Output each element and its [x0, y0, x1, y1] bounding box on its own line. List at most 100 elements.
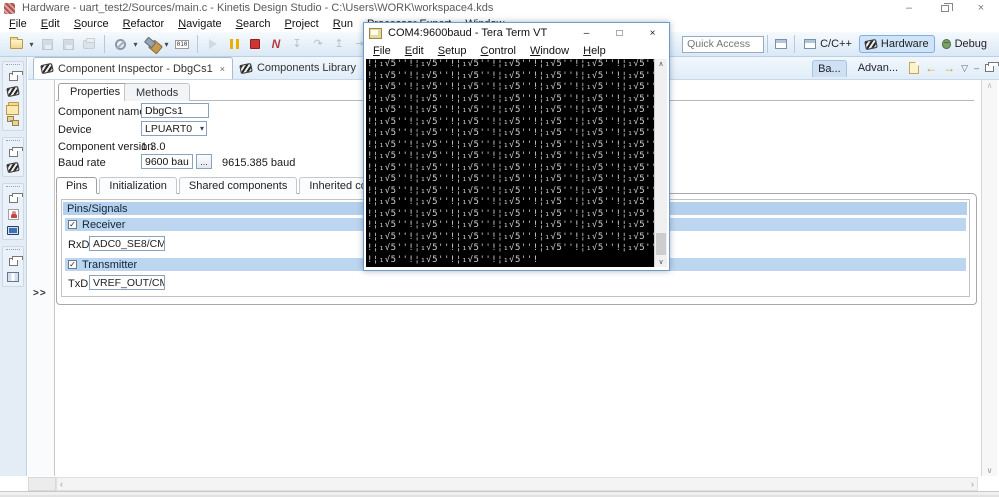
txd-select[interactable]: VREF_OUT/CMI ▾ [89, 275, 165, 290]
perspective-cpp[interactable]: C/C++ [798, 35, 858, 53]
menu-file[interactable]: File [2, 17, 34, 31]
terminal-row: !¦₁√5''!¦₁√5''!¦₁√5''!¦₁√5''!¦₁√5''!¦₁√5… [367, 93, 654, 104]
build-dropdown-icon[interactable]: ▾ [162, 40, 171, 49]
resume-button[interactable] [203, 34, 223, 54]
terminal-screen[interactable]: !¦₁√5''!¦₁√5''!¦₁√5''!¦₁√5''!¦₁√5''!¦₁√5… [366, 59, 654, 267]
kds-close-button[interactable]: × [963, 0, 999, 16]
tab-shared-components[interactable]: Shared components [178, 177, 298, 194]
memory-view-icon[interactable] [7, 272, 19, 282]
drag-handle[interactable] [6, 140, 20, 143]
terminal-row: !¦₁√5''!¦₁√5''!¦₁√5''!¦₁√5''!¦₁√5''!¦₁√5… [367, 208, 654, 219]
binary-build-button[interactable]: 010 [172, 34, 192, 54]
teraterm-titlebar[interactable]: COM4:9600baud - Tera Term VT – □ × [364, 23, 669, 43]
view-menu-icon[interactable]: ▽ [961, 63, 968, 74]
component-name-input[interactable] [141, 103, 209, 118]
drag-handle[interactable] [6, 249, 20, 252]
tt-menu-window[interactable]: Window [523, 45, 576, 57]
scroll-up-icon[interactable]: ∧ [655, 60, 667, 68]
step-over-button[interactable]: ↷ [308, 34, 328, 54]
baud-rate-input[interactable] [141, 154, 193, 169]
new-dropdown-icon[interactable]: ▾ [27, 40, 36, 49]
baud-browse-button[interactable]: ... [196, 154, 212, 169]
chevron-down-icon: ▾ [199, 124, 204, 133]
terminal-scrollbar[interactable]: ∧ ∨ [654, 59, 667, 267]
transmitter-checkbox[interactable]: ✓ [68, 260, 77, 269]
debug-config-dropdown-icon[interactable]: ▾ [131, 40, 140, 49]
terminate-button[interactable] [245, 34, 265, 54]
suspend-button[interactable] [224, 34, 244, 54]
menu-search[interactable]: Search [229, 17, 278, 31]
perspective-debug[interactable]: Debug [936, 35, 993, 53]
tab-basic[interactable]: Ba... [812, 59, 847, 77]
tab-components-library[interactable]: Components Library [233, 57, 363, 79]
tt-menu-file[interactable]: File [366, 45, 398, 57]
debug-config-button[interactable] [110, 34, 130, 54]
tt-menu-setup[interactable]: Setup [431, 45, 474, 57]
save-button[interactable] [37, 34, 57, 54]
disconnect-button[interactable]: N [266, 34, 286, 54]
menu-edit[interactable]: Edit [34, 17, 67, 31]
scroll-right-icon[interactable]: › [971, 479, 974, 489]
kds-minimize-button[interactable]: – [891, 0, 927, 16]
menu-navigate[interactable]: Navigate [171, 17, 228, 31]
drag-handle[interactable] [6, 186, 20, 189]
tab-components-library-label: Components Library [256, 62, 357, 74]
save-all-button[interactable] [58, 34, 78, 54]
scroll-left-icon[interactable]: ‹ [60, 479, 63, 489]
scroll-down-icon[interactable]: ∨ [982, 466, 997, 475]
expand-marker[interactable]: >> [33, 288, 47, 299]
menu-run[interactable]: Run [326, 17, 360, 31]
rxd-select[interactable]: ADC0_SE8/CMF ▾ [89, 236, 165, 251]
forward-icon[interactable]: → [943, 62, 955, 74]
terminal-row: !¦₁√5''!¦₁√5''!¦₁√5''!¦₁√5''!¦₁√5''!¦₁√5… [367, 70, 654, 81]
print-button[interactable] [79, 34, 99, 54]
tab-initialization[interactable]: Initialization [99, 177, 177, 194]
scrollbar-thumb[interactable] [656, 233, 666, 255]
projects-folder-icon[interactable] [5, 102, 19, 115]
editor-vertical-scrollbar[interactable]: ∧ ∨ [981, 80, 997, 476]
teraterm-maximize-button[interactable]: □ [603, 23, 636, 43]
drag-handle[interactable] [6, 64, 20, 67]
console-view-icon[interactable] [7, 226, 19, 235]
tt-menu-edit[interactable]: Edit [398, 45, 431, 57]
back-icon[interactable]: ← [925, 62, 937, 74]
tab-component-inspector[interactable]: Component Inspector - DbgCs1 × [33, 57, 233, 79]
quick-access-input[interactable] [682, 35, 765, 53]
restore-view-icon[interactable] [8, 71, 23, 81]
restore-view-icon[interactable] [8, 256, 23, 266]
tab-properties[interactable]: Properties [58, 83, 133, 101]
component-view-icon[interactable] [6, 161, 20, 174]
new-page-icon[interactable] [909, 62, 920, 74]
editor-horizontal-scrollbar[interactable]: ‹ › [56, 477, 978, 491]
open-perspective-button[interactable] [771, 34, 791, 54]
tab-advanced[interactable]: Advan... [853, 60, 903, 76]
receiver-checkbox[interactable]: ✓ [68, 220, 77, 229]
perspective-hardware[interactable]: Hardware [858, 35, 935, 53]
scroll-down-icon[interactable]: ∨ [655, 258, 667, 266]
scroll-up-icon[interactable]: ∧ [982, 81, 997, 90]
restore-view-icon[interactable] [8, 147, 23, 157]
teraterm-minimize-button[interactable]: – [570, 23, 603, 43]
menu-project[interactable]: Project [278, 17, 326, 31]
device-select[interactable]: LPUART0 ▾ [141, 121, 207, 136]
component-version-value: 1.3.0 [141, 141, 166, 153]
new-wizard-button[interactable] [6, 34, 26, 54]
step-return-button[interactable]: ↥ [329, 34, 349, 54]
menu-refactor[interactable]: Refactor [116, 17, 172, 31]
tt-menu-help[interactable]: Help [576, 45, 613, 57]
kds-restore-button[interactable] [927, 0, 963, 16]
step-into-button[interactable]: ↧ [287, 34, 307, 54]
component-view-icon[interactable] [6, 85, 20, 98]
tt-menu-control[interactable]: Control [473, 45, 522, 57]
menu-source[interactable]: Source [67, 17, 116, 31]
user-view-icon[interactable] [7, 209, 19, 220]
tab-methods[interactable]: Methods [124, 83, 191, 101]
teraterm-close-button[interactable]: × [636, 23, 669, 43]
tab-close-icon[interactable]: × [220, 64, 225, 74]
minimize-view-icon[interactable]: – [974, 63, 979, 73]
tab-pins[interactable]: Pins [56, 177, 98, 194]
maximize-view-icon[interactable] [985, 62, 999, 72]
restore-view-icon[interactable] [8, 193, 23, 203]
build-button[interactable] [141, 34, 161, 54]
hierarchy-icon[interactable] [7, 116, 19, 126]
